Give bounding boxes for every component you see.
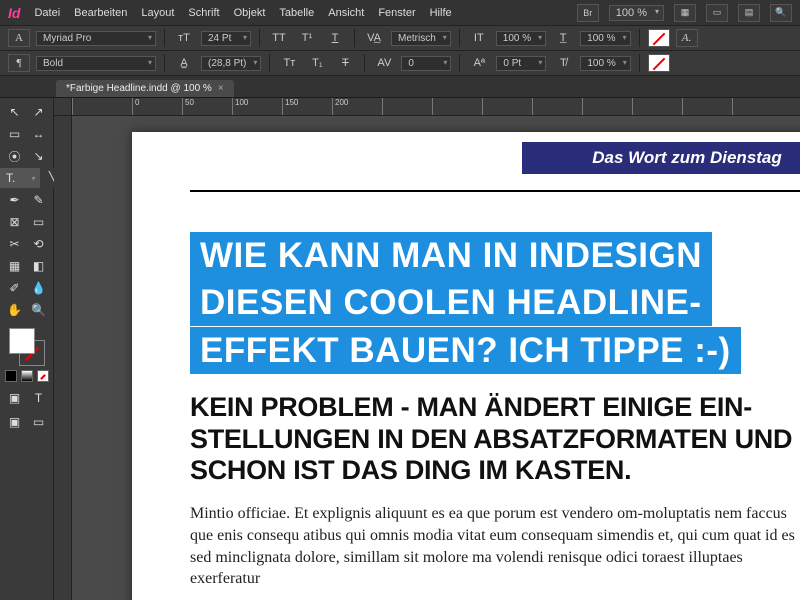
- apply-color-icon[interactable]: [5, 370, 17, 382]
- transform-tool[interactable]: ⟲: [28, 234, 50, 254]
- skew-icon: T̸: [552, 54, 574, 72]
- banner-text: Das Wort zum Dienstag: [592, 148, 782, 167]
- bridge-button[interactable]: Br: [577, 4, 599, 22]
- menu-layout[interactable]: Layout: [141, 7, 174, 19]
- menu-table[interactable]: Tabelle: [279, 7, 314, 19]
- app-logo: Id: [8, 5, 20, 21]
- menu-type[interactable]: Schrift: [188, 7, 219, 19]
- body-text[interactable]: Mintio officiae. Et explignis aliquunt e…: [190, 503, 800, 589]
- headline-line1: WIE KANN MAN IN INDESIGN: [190, 232, 712, 279]
- underline-icon[interactable]: T: [324, 29, 346, 47]
- ruler-horizontal[interactable]: 050100150200: [72, 98, 800, 116]
- format-container-icon[interactable]: ▣: [4, 388, 26, 408]
- scale2-select[interactable]: 100 %: [580, 56, 630, 71]
- menu-object[interactable]: Objekt: [234, 7, 266, 19]
- vscale-icon: IT: [468, 29, 490, 47]
- gradient-feather-tool[interactable]: ◧: [28, 256, 50, 276]
- font-weight-select[interactable]: Bold: [36, 56, 156, 71]
- arrange-button[interactable]: ▤: [738, 4, 760, 22]
- menu-edit[interactable]: Bearbeiten: [74, 7, 127, 19]
- tracking-select[interactable]: 0: [401, 56, 451, 71]
- strikethrough-icon[interactable]: T: [334, 54, 356, 72]
- view-mode-normal[interactable]: ▣: [4, 412, 26, 432]
- close-icon[interactable]: ×: [218, 83, 224, 94]
- screen-mode-button[interactable]: ▭: [706, 4, 728, 22]
- content-tool[interactable]: ⦿: [4, 146, 26, 166]
- type-tool[interactable]: T.: [0, 168, 40, 188]
- kerning-select[interactable]: Metrisch: [391, 31, 451, 46]
- gap-tool[interactable]: ↔: [28, 124, 50, 144]
- leading-icon: A͇: [173, 54, 195, 72]
- fill-color-swatch[interactable]: [9, 328, 35, 354]
- eyedropper-tool[interactable]: 💧: [28, 278, 50, 298]
- view-mode-preview[interactable]: ▭: [28, 412, 50, 432]
- control-row-2: ¶ Bold A͇ (28,8 Pt) Tᴛ T₁ T AV 0 Aª 0 Pt…: [0, 51, 800, 76]
- kerning-icon: VA̲: [363, 29, 385, 47]
- hscale-icon: T̲: [552, 29, 574, 47]
- smallcaps-icon[interactable]: Tᴛ: [278, 54, 300, 72]
- toolbox: ↖↗ ▭↔ ⦿↘ T.╲ ✒✎ ⊠▭ ✂⟲ ▦◧ ✐💧 ✋🔍 ▣ T ▣ ▭: [0, 98, 54, 600]
- char-style-icon[interactable]: A.: [676, 29, 698, 47]
- apply-none-icon[interactable]: [37, 370, 49, 382]
- menu-file[interactable]: Datei: [34, 7, 60, 19]
- text-frame[interactable]: WIE KANN MAN IN INDESIGN DIESEN COOLEN H…: [190, 232, 800, 590]
- search-icon[interactable]: 🔍: [770, 4, 792, 22]
- banner-box[interactable]: Das Wort zum Dienstag: [522, 142, 800, 174]
- baseline-icon: Aª: [468, 54, 490, 72]
- format-text-icon[interactable]: T: [28, 388, 50, 408]
- font-family-select[interactable]: Myriad Pro: [36, 31, 156, 46]
- direct-select-tool[interactable]: ↗: [28, 102, 50, 122]
- leading-select[interactable]: (28,8 Pt): [201, 56, 261, 71]
- selection-tool[interactable]: ↖: [4, 102, 26, 122]
- menubar: Id Datei Bearbeiten Layout Schrift Objek…: [0, 0, 800, 26]
- frame-tool[interactable]: ⊠: [4, 212, 26, 232]
- headline-line2: DIESEN COOLEN HEADLINE-: [190, 279, 712, 326]
- menu-window[interactable]: Fenster: [378, 7, 415, 19]
- ruler-vertical[interactable]: [54, 116, 72, 600]
- content-place-tool[interactable]: ↘: [28, 146, 50, 166]
- vscale-select[interactable]: 100 %: [496, 31, 546, 46]
- view-mode-button[interactable]: ▦: [674, 4, 696, 22]
- doc-tab[interactable]: *Farbige Headline.indd @ 100 % ×: [56, 80, 234, 97]
- zoom-select[interactable]: 100 %: [609, 5, 664, 21]
- fill-swatch[interactable]: [648, 29, 670, 47]
- page[interactable]: Das Wort zum Dienstag WIE KANN MAN IN IN…: [132, 132, 800, 600]
- allcaps-icon[interactable]: TT: [268, 29, 290, 47]
- superscript-icon[interactable]: T¹: [296, 29, 318, 47]
- menu-help[interactable]: Hilfe: [430, 7, 452, 19]
- rect-tool[interactable]: ▭: [28, 212, 50, 232]
- color-swatches[interactable]: [7, 328, 47, 366]
- subscript-icon[interactable]: T₁: [306, 54, 328, 72]
- workarea: ↖↗ ▭↔ ⦿↘ T.╲ ✒✎ ⊠▭ ✂⟲ ▦◧ ✐💧 ✋🔍 ▣ T ▣ ▭: [0, 98, 800, 600]
- document-tabs: *Farbige Headline.indd @ 100 % ×: [0, 76, 800, 98]
- note-tool[interactable]: ✐: [4, 278, 26, 298]
- headline-line3: EFFEKT BAUEN? ICH TIPPE :-): [190, 327, 741, 374]
- gradient-tool[interactable]: ▦: [4, 256, 26, 276]
- ruler-origin[interactable]: [54, 98, 72, 116]
- apply-gradient-icon[interactable]: [21, 370, 33, 382]
- subheadline[interactable]: KEIN PROBLEM - MAN ÄNDERT EINIGE EIN-STE…: [190, 392, 800, 488]
- stroke-swatch[interactable]: [648, 54, 670, 72]
- hscale-select[interactable]: 100 %: [580, 31, 630, 46]
- menu-view[interactable]: Ansicht: [328, 7, 364, 19]
- font-size-icon: тT: [173, 29, 195, 47]
- baseline-select[interactable]: 0 Pt: [496, 56, 546, 71]
- pen-tool[interactable]: ✒: [4, 190, 26, 210]
- control-row-1: A Myriad Pro тT 24 Pt TT T¹ T VA̲ Metris…: [0, 26, 800, 51]
- doc-tab-title: *Farbige Headline.indd @ 100 %: [66, 83, 212, 94]
- para-format-icon[interactable]: ¶: [8, 54, 30, 72]
- pencil-tool[interactable]: ✎: [28, 190, 50, 210]
- headline[interactable]: WIE KANN MAN IN INDESIGN DIESEN COOLEN H…: [190, 232, 800, 374]
- page-tool[interactable]: ▭: [4, 124, 26, 144]
- font-size-select[interactable]: 24 Pt: [201, 31, 251, 46]
- hand-tool[interactable]: ✋: [4, 300, 26, 320]
- tracking-icon: AV: [373, 54, 395, 72]
- scissors-tool[interactable]: ✂: [4, 234, 26, 254]
- canvas[interactable]: 050100150200 Das Wort zum Dienstag WIE K…: [54, 98, 800, 600]
- zoom-tool[interactable]: 🔍: [28, 300, 50, 320]
- horizontal-rule: [190, 190, 800, 192]
- char-format-icon[interactable]: A: [8, 29, 30, 47]
